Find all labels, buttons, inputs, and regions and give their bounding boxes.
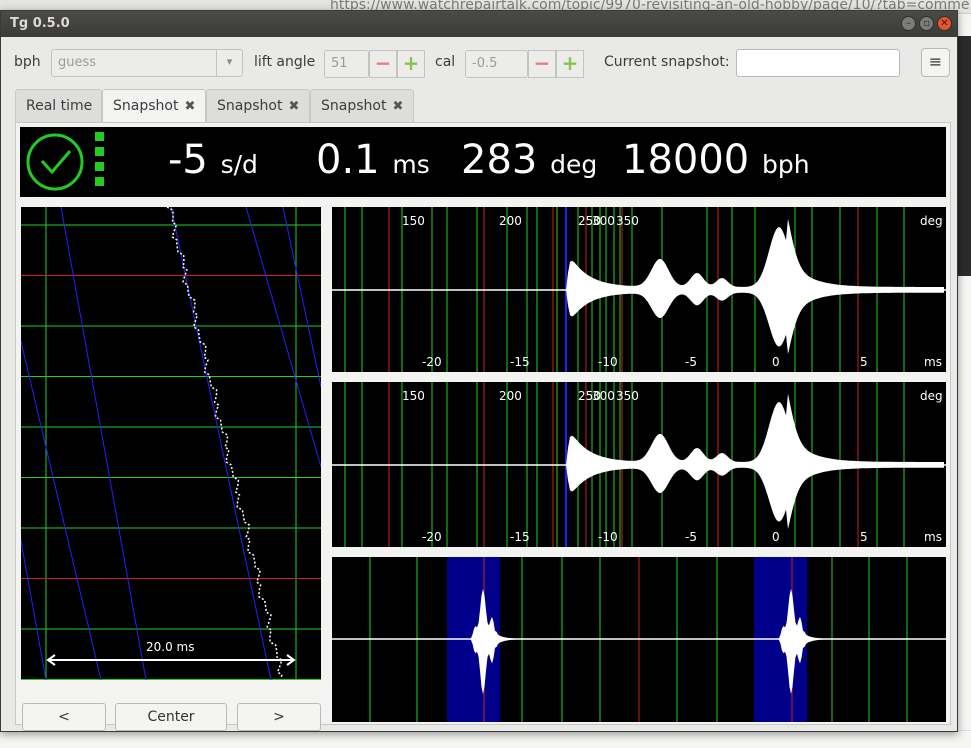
deg-tick-label: 200	[499, 389, 522, 403]
ms-tick-label: -5	[685, 530, 697, 544]
ms-tick-label: -10	[598, 355, 618, 369]
ms-unit-label: ms	[924, 530, 942, 544]
current-snapshot-input[interactable]	[736, 49, 900, 77]
menu-button[interactable]: ≡	[921, 48, 950, 77]
previous-button[interactable]: <	[22, 703, 106, 731]
lift-angle-decrease-button[interactable]: −	[369, 50, 397, 78]
amplitude-readout: 283 deg	[461, 137, 597, 183]
tab-snapshot-3[interactable]: Snapshot ✖	[310, 89, 414, 122]
deg-unit-label: deg	[920, 214, 943, 228]
cal-label: cal	[435, 54, 456, 70]
beat-error-unit: ms	[392, 150, 430, 179]
tg-window: Tg 0.5.0 – ▫ ✕ bph guess ▾ lift angle 51…	[0, 10, 958, 732]
close-tab-icon[interactable]: ✖	[184, 99, 195, 114]
minus-icon: −	[533, 51, 551, 75]
ms-tick-label: -15	[510, 355, 530, 369]
paperstrip-canvas	[21, 207, 321, 680]
cal-increase-button[interactable]: +	[556, 50, 584, 78]
title-bar[interactable]: Tg 0.5.0 – ▫ ✕	[1, 11, 957, 37]
waveform-canvas-tock: 150 200 250300 350 deg-20 -15 -10 -5 0 5 ms	[332, 382, 946, 547]
deg-tick-label: 350	[616, 214, 639, 228]
ms-tick-label: -15	[510, 530, 530, 544]
bph-select-value: guess	[58, 55, 97, 70]
waveform-envelope	[562, 393, 944, 530]
paperstrip-trace-line	[170, 207, 272, 680]
ms-tick-label: -10	[598, 530, 618, 544]
snapshot-panel: -5 s/d 0.1 ms 283 deg 18000 bph 20.0 ms …	[15, 122, 951, 731]
paperstrip-plot[interactable]: 20.0 ms	[21, 207, 321, 680]
current-snapshot-label: Current snapshot:	[604, 54, 730, 70]
bph-readout-value: 18000	[622, 137, 750, 183]
chevron-down-icon: ▾	[216, 50, 242, 76]
deg-unit-label: deg	[920, 389, 943, 403]
close-icon[interactable]: ✕	[937, 16, 952, 31]
paperstrip-trace-line	[245, 207, 321, 468]
window-title: Tg 0.5.0	[10, 16, 70, 31]
background-page	[0, 730, 971, 748]
ms-tick-label: 0	[772, 355, 780, 369]
cal-decrease-button[interactable]: −	[528, 50, 556, 78]
amplitude-value: 283	[461, 137, 538, 183]
bph-readout: 18000 bph	[622, 137, 810, 183]
ms-tick-label: 0	[772, 530, 780, 544]
paperstrip-trace-line	[21, 538, 47, 680]
minimize-icon[interactable]: –	[901, 16, 916, 31]
rate-readout: -5 s/d	[168, 137, 258, 183]
deg-tick-label: 350	[616, 389, 639, 403]
tab-real-time[interactable]: Real time	[15, 89, 102, 122]
next-button[interactable]: >	[237, 703, 321, 731]
paperstrip-scale-label: 20.0 ms	[146, 640, 195, 654]
center-button[interactable]: Center	[115, 703, 227, 731]
tab-snapshot-1[interactable]: Snapshot ✖	[102, 89, 206, 124]
deg-tick-label: 150	[402, 389, 425, 403]
paperstrip-trace-line	[282, 207, 321, 388]
cal-input[interactable]: -0.5	[465, 50, 528, 78]
bph-label: bph	[14, 54, 41, 70]
lift-angle-input[interactable]: 51	[324, 50, 369, 78]
beat-error-value: 0.1	[316, 137, 380, 183]
deg-tick-label: 200	[499, 214, 522, 228]
ms-tick-label: -5	[685, 355, 697, 369]
period-canvas	[332, 557, 946, 722]
paperstrip-beat-trace	[166, 207, 283, 679]
lift-angle-label: lift angle	[254, 54, 316, 70]
waveform-plot-tick[interactable]: 150 200 250 300 350 deg -20 -15 -10 -5 0 5 ms	[332, 207, 946, 372]
paperstrip-trace-line	[60, 207, 147, 680]
clock-ok-icon	[26, 132, 104, 191]
deg-tick-label: 300	[592, 214, 615, 228]
waveform-envelope	[562, 218, 944, 355]
measurement-readout: -5 s/d 0.1 ms 283 deg 18000 bph	[20, 127, 946, 197]
lift-angle-increase-button[interactable]: +	[397, 50, 425, 78]
tab-label: Snapshot	[321, 98, 387, 114]
hamburger-icon: ≡	[928, 52, 943, 71]
close-tab-icon[interactable]: ✖	[288, 99, 299, 114]
period-plot[interactable]	[332, 557, 946, 722]
deg-tick-label: 150	[402, 214, 425, 228]
plus-icon: +	[561, 51, 579, 75]
rate-value: -5	[168, 137, 208, 183]
ms-tick-label: 5	[860, 530, 868, 544]
bph-readout-unit: bph	[761, 150, 810, 179]
amplitude-unit: deg	[550, 150, 598, 179]
ms-tick-label: 5	[860, 355, 868, 369]
close-tab-icon[interactable]: ✖	[392, 99, 403, 114]
background-window-edge	[958, 36, 971, 276]
ms-tick-label: -20	[422, 355, 442, 369]
deg-tick-label: 300	[592, 389, 615, 403]
paperstrip-trace-line	[21, 339, 102, 680]
minus-icon: −	[374, 51, 392, 75]
rate-unit: s/d	[220, 150, 258, 179]
waveform-plot-tock[interactable]: 150 200 250 300 350 deg -20 -15 -10 -5 0 5 ms	[332, 382, 946, 547]
tab-label: Snapshot	[113, 98, 179, 114]
maximize-icon[interactable]: ▫	[919, 16, 934, 31]
waveform-canvas-tick: 150 200 250300 350 deg-20 -15 -10 -5 0 5 ms	[332, 207, 946, 372]
tab-label: Real time	[26, 98, 93, 114]
plus-icon: +	[402, 51, 420, 75]
ms-unit-label: ms	[924, 355, 942, 369]
tab-label: Snapshot	[217, 98, 283, 114]
beat-error-readout: 0.1 ms	[316, 137, 430, 183]
bph-select[interactable]: guess ▾	[51, 49, 243, 77]
ms-tick-label: -20	[422, 530, 442, 544]
tab-snapshot-2[interactable]: Snapshot ✖	[206, 89, 310, 122]
